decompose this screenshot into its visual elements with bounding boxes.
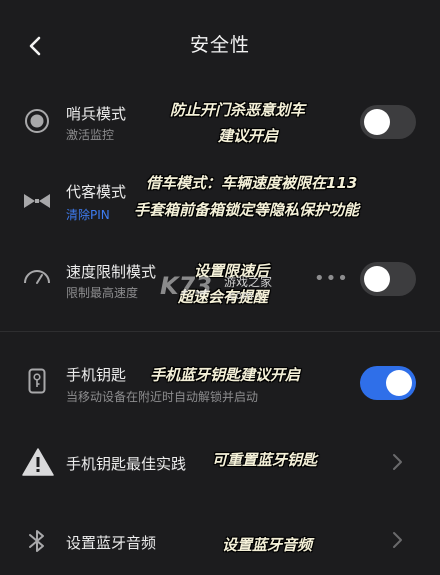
annotation-valet-2: 手套箱前备箱锁定等隐私保护功能 (134, 201, 360, 219)
annotation-sentry-2: 建议开启 (218, 127, 279, 145)
phone-key-title: 手机钥匙 (66, 366, 127, 384)
phone-key-subtitle: 当移动设备在附近时自动解锁并启动 (66, 390, 259, 404)
k73-watermark-logo: K73 (160, 272, 212, 300)
clear-pin-link[interactable]: 清除PIN (66, 206, 110, 223)
annotation-sentry-1: 防止开门杀恶意划车 (170, 101, 306, 119)
warning-icon (22, 448, 54, 476)
phone-key-icon (28, 368, 46, 394)
sentry-mode-subtitle: 激活监控 (66, 128, 115, 142)
bluetooth-audio-title[interactable]: 设置蓝牙音频 (66, 532, 156, 553)
speed-limit-subtitle: 限制最高速度 (66, 286, 139, 300)
more-options-icon[interactable]: ••• (314, 268, 349, 289)
phone-key-toggle[interactable] (360, 366, 416, 400)
valet-mode-title: 代客模式 (66, 183, 127, 201)
phone-key-best-title[interactable]: 手机钥匙最佳实践 (66, 453, 186, 474)
chevron-right-icon[interactable] (390, 452, 404, 472)
toggle-knob (364, 266, 390, 292)
speed-limit-toggle[interactable] (360, 262, 416, 296)
sentry-mode-toggle[interactable] (360, 105, 416, 139)
chevron-right-icon[interactable] (390, 530, 404, 550)
watermark-text-2: .com (226, 289, 253, 302)
bluetooth-icon (29, 530, 44, 552)
valet-bowtie-icon (24, 194, 50, 208)
sentry-icon (25, 109, 49, 133)
toggle-knob (364, 109, 390, 135)
speed-limit-title: 速度限制模式 (66, 263, 157, 281)
section-divider (0, 331, 440, 332)
annotation-phone-key-best: 可重置蓝牙钥匙 (212, 451, 318, 469)
toggle-knob (386, 370, 412, 396)
annotation-phone-key: 手机蓝牙钥匙建议开启 (150, 366, 301, 384)
annotation-valet-1: 借车模式：车辆速度被限在113 (146, 174, 358, 192)
annotation-bluetooth-audio: 设置蓝牙音频 (222, 536, 313, 554)
speedometer-icon (24, 270, 50, 284)
watermark-text-1: 游戏之家 (224, 275, 273, 289)
page-title: 安全性 (189, 34, 250, 56)
sentry-mode-title: 哨兵模式 (66, 105, 127, 123)
